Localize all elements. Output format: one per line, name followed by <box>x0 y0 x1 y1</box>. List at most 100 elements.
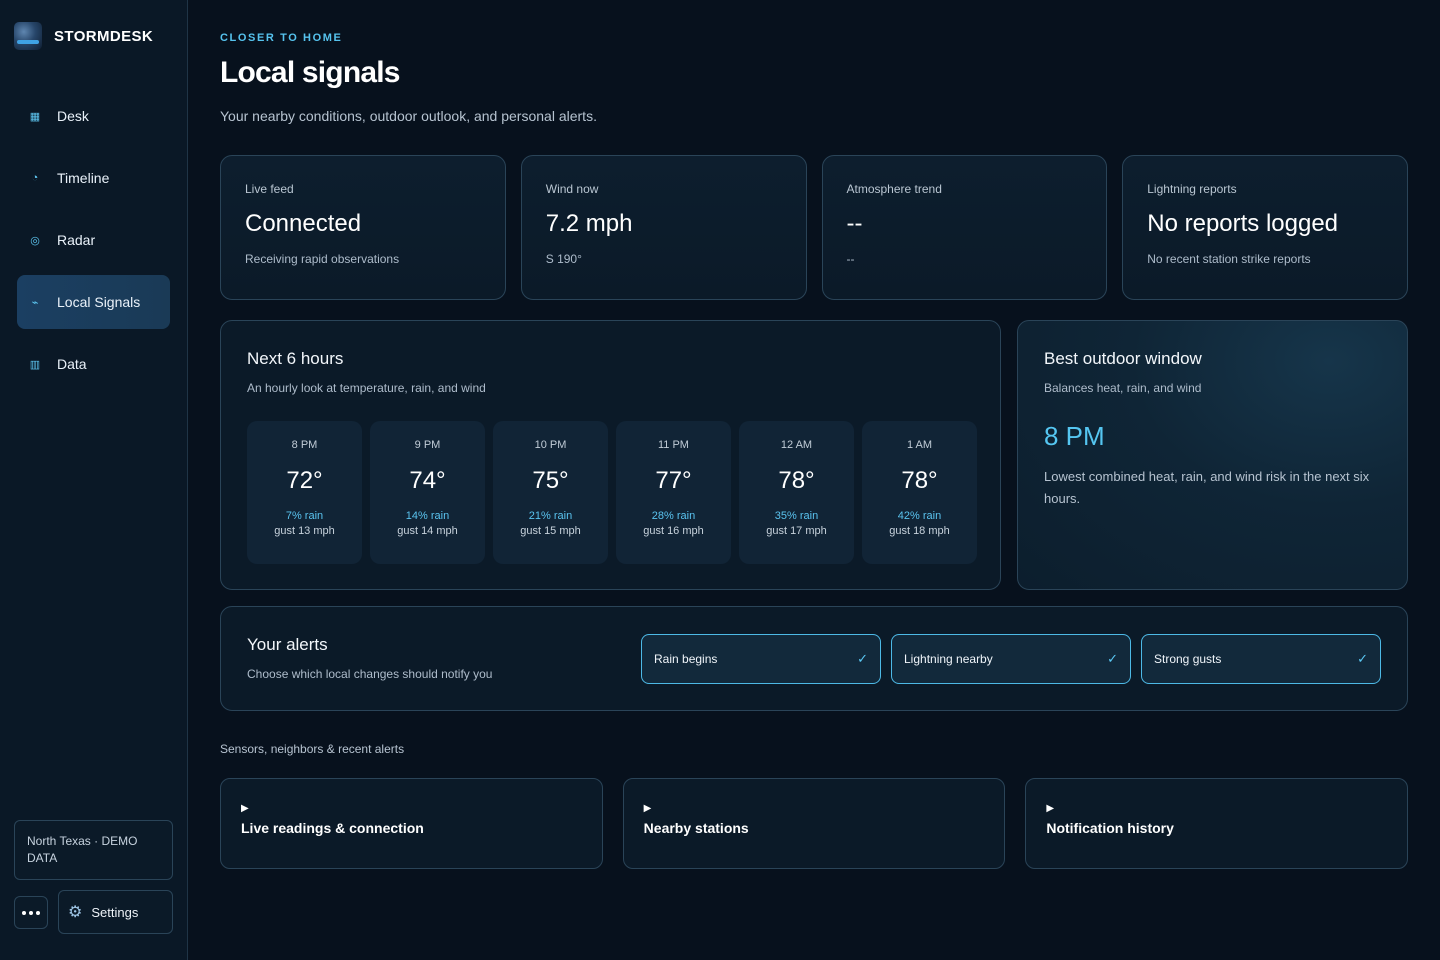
hour-rain-chance: 35% rain <box>774 510 819 522</box>
hour-temperature: 78° <box>901 467 938 494</box>
hour-rain-chance: 14% rain <box>405 510 450 522</box>
stat-label: Atmosphere trend <box>846 182 942 196</box>
sidebar-item-local-signals[interactable]: ⌁ Local Signals <box>17 275 170 329</box>
alert-toggle-strong-gusts[interactable]: Strong gusts ✓ <box>1141 634 1381 684</box>
stat-card-lightning-reports: Lightning reports No reports logged No r… <box>1122 155 1408 300</box>
lightning-icon: ⌁ <box>31 296 39 309</box>
alerts-panel: Your alerts Choose which local changes s… <box>220 606 1408 711</box>
sidebar-item-timeline[interactable]: ◔ Timeline <box>17 151 170 205</box>
checkmark-icon: ✓ <box>1357 651 1368 666</box>
hour-time: 9 PM <box>414 439 441 451</box>
hour-gust: gust 14 mph <box>397 525 458 537</box>
region-indicator[interactable]: North Texas · DEMO DATA <box>14 820 173 880</box>
alert-toggle-label: Lightning nearby <box>904 652 993 666</box>
checkmark-icon: ✓ <box>1107 651 1118 666</box>
hour-temperature: 72° <box>286 467 323 494</box>
sidebar-item-label: Desk <box>57 108 89 124</box>
hour-time: 10 PM <box>534 439 567 451</box>
brand[interactable]: STORMDESK <box>14 22 153 50</box>
sidebar-item-radar[interactable]: ◎ Radar <box>17 213 170 267</box>
gear-icon: ⚙ <box>68 904 83 921</box>
alert-toggle-group: Rain begins ✓ Lightning nearby ✓ Strong … <box>641 634 1381 684</box>
hour-rain-chance: 28% rain <box>651 510 696 522</box>
settings-label: Settings <box>91 904 139 920</box>
dot-icon <box>22 910 26 915</box>
hour-card: 8 PM 72° 7% rain gust 13 mph <box>247 421 362 564</box>
best-window-time: 8 PM <box>1044 421 1105 451</box>
sidebar-nav: ▦ Desk ◔ Timeline ◎ Radar ⌁ Local Signal… <box>17 89 170 399</box>
sidebar-item-label: Radar <box>57 232 96 248</box>
stat-label: Live feed <box>245 182 294 196</box>
accordion-live-readings[interactable]: ▶ Live readings & connection <box>220 778 603 869</box>
stat-detail: Receiving rapid observations <box>245 252 400 266</box>
checkmark-icon: ✓ <box>857 651 868 666</box>
hour-gust: gust 17 mph <box>766 525 827 537</box>
sidebar-item-label: Timeline <box>57 170 110 186</box>
hour-gust: gust 13 mph <box>274 525 335 537</box>
accordion-label: Nearby stations <box>643 820 749 836</box>
hour-gust: gust 18 mph <box>889 525 950 537</box>
best-outdoor-window-panel: Best outdoor window Balances heat, rain,… <box>1017 320 1408 590</box>
hour-temperature: 74° <box>409 467 446 494</box>
best-window-description: Lowest combined heat, rain, and wind ris… <box>1044 469 1370 506</box>
app-root: STORMDESK ▦ Desk ◔ Timeline ◎ Radar ⌁ Lo… <box>0 0 1440 960</box>
hour-time: 8 PM <box>291 439 318 451</box>
stat-value: Connected <box>245 210 362 237</box>
hour-card: 12 AM 78° 35% rain gust 17 mph <box>739 421 854 564</box>
stat-label: Lightning reports <box>1147 182 1237 196</box>
stat-detail: -- <box>846 252 855 266</box>
stat-value: 7.2 mph <box>545 210 633 237</box>
hour-temperature: 77° <box>655 467 692 494</box>
page-eyebrow: CLOSER TO HOME <box>220 32 343 44</box>
sidebar-item-data[interactable]: ▥ Data <box>17 337 170 391</box>
hour-temperature: 78° <box>778 467 815 494</box>
dot-icon <box>36 910 40 915</box>
caret-right-icon: ▶ <box>643 803 652 814</box>
grid-icon: ▦ <box>29 110 41 123</box>
stat-card-wind-now: Wind now 7.2 mph S 190° <box>520 155 807 300</box>
sidebar-item-label: Data <box>57 356 87 372</box>
stat-value: -- <box>846 210 863 237</box>
section-heading: Sensors, neighbors & recent alerts <box>220 742 405 756</box>
sidebar-item-label: Local Signals <box>57 294 141 310</box>
sidebar-item-desk[interactable]: ▦ Desk <box>17 89 170 143</box>
hour-gust: gust 16 mph <box>643 525 704 537</box>
hour-temperature: 75° <box>532 467 569 494</box>
stat-card-atmosphere-trend: Atmosphere trend -- -- <box>821 155 1108 300</box>
stat-cards: Live feed Connected Receiving rapid obse… <box>220 155 1408 300</box>
stat-detail: No recent station strike reports <box>1147 252 1311 266</box>
more-options-button[interactable] <box>14 896 48 929</box>
stat-detail: S 190° <box>545 252 582 266</box>
hour-time: 12 AM <box>780 439 813 451</box>
clock-icon: ◔ <box>31 172 39 184</box>
hour-card: 10 PM 75° 21% rain gust 15 mph <box>493 421 608 564</box>
accordion-notification-history[interactable]: ▶ Notification history <box>1025 778 1409 869</box>
page-subtitle: Your nearby conditions, outdoor outlook,… <box>220 108 597 124</box>
accordion-nearby-stations[interactable]: ▶ Nearby stations <box>622 778 1006 869</box>
caret-right-icon: ▶ <box>1046 803 1055 814</box>
hour-card: 9 PM 74° 14% rain gust 14 mph <box>370 421 485 564</box>
details-accordions: ▶ Live readings & connection ▶ Nearby st… <box>220 778 1409 869</box>
hour-time: 1 AM <box>906 439 933 451</box>
settings-button[interactable]: ⚙ Settings <box>58 890 173 934</box>
page-title: Local signals <box>220 56 400 89</box>
hour-rain-chance: 42% rain <box>897 510 942 522</box>
alert-toggle-rain-begins[interactable]: Rain begins ✓ <box>641 634 881 684</box>
hour-rain-chance: 7% rain <box>285 510 324 522</box>
stat-value: No reports logged <box>1147 210 1339 237</box>
hour-card: 11 PM 77° 28% rain gust 16 mph <box>616 421 731 564</box>
panel-subtitle: Balances heat, rain, and wind <box>1044 381 1202 395</box>
hour-list: 8 PM 72° 7% rain gust 13 mph 9 PM 74° 14… <box>247 421 977 564</box>
hour-time: 11 PM <box>658 439 689 451</box>
caret-right-icon: ▶ <box>241 803 249 814</box>
table-icon: ▥ <box>29 358 41 371</box>
alert-toggle-lightning-nearby[interactable]: Lightning nearby ✓ <box>891 634 1131 684</box>
alert-toggle-label: Strong gusts <box>1154 652 1222 666</box>
stat-label: Wind now <box>545 182 599 196</box>
dot-icon <box>29 910 33 915</box>
sidebar: STORMDESK ▦ Desk ◔ Timeline ◎ Radar ⌁ Lo… <box>0 0 188 960</box>
radar-icon: ◎ <box>30 234 40 247</box>
hour-card: 1 AM 78° 42% rain gust 18 mph <box>862 421 977 564</box>
panel-title: Next 6 hours <box>247 349 344 368</box>
hour-gust: gust 15 mph <box>520 525 581 537</box>
